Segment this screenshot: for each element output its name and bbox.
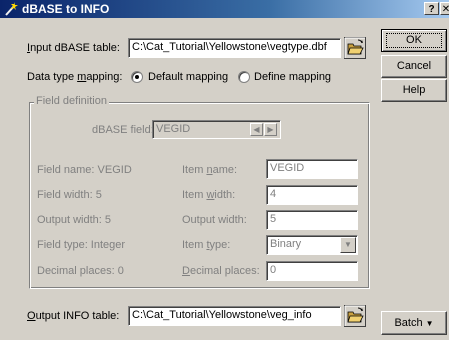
chevron-down-icon: ▼ [425, 319, 434, 328]
field-width-text: Field width: 5 [37, 189, 102, 201]
open-folder-icon[interactable] [344, 305, 366, 327]
close-button[interactable]: ✕ [440, 2, 449, 15]
item-width-label: Item width: [182, 189, 236, 201]
mapping-label: Data type mapping: [27, 71, 123, 83]
field-type-text: Field type: Integer [37, 239, 126, 251]
field-name-text: Field name: VEGID [37, 164, 132, 176]
decimal-places-text: Decimal places: 0 [37, 265, 124, 277]
help-button[interactable]: Help [381, 79, 447, 102]
batch-button[interactable]: Batch ▼ [381, 311, 447, 335]
define-mapping-label[interactable]: Define mapping [254, 71, 331, 83]
item-name-label: Item name: [182, 164, 238, 176]
field-definition-legend: Field definition [34, 95, 109, 107]
decimal-places-field: 0 [266, 261, 358, 281]
output-table-label: Output INFO table: [27, 310, 120, 322]
default-mapping-label[interactable]: Default mapping [148, 71, 228, 83]
output-width-field: 5 [266, 210, 358, 230]
default-mapping-radio[interactable] [131, 71, 143, 83]
input-table-field[interactable]: C:\Cat_Tutorial\Yellowstone\vegtype.dbf [128, 38, 341, 58]
dbase-field-label: dBASE field: [92, 124, 154, 136]
item-type-label: Item type: [182, 239, 231, 251]
chevron-left-icon: ◀ [250, 123, 263, 136]
wand-icon [5, 2, 18, 16]
chevron-down-icon: ▼ [340, 237, 356, 253]
window-title: dBASE to INFO [22, 2, 110, 16]
output-table-field[interactable]: C:\Cat_Tutorial\Yellowstone\veg_info [128, 306, 341, 326]
chevron-right-icon: ▶ [264, 123, 277, 136]
input-table-label: Input dBASE table: [27, 42, 120, 54]
title-bar: dBASE to INFO ? ✕ [0, 0, 449, 18]
help-title-button[interactable]: ? [424, 2, 439, 15]
ok-button[interactable]: OK [381, 29, 447, 52]
define-mapping-radio[interactable] [238, 71, 250, 83]
open-folder-icon[interactable] [344, 37, 366, 59]
cancel-button[interactable]: Cancel [381, 55, 447, 78]
output-width-label: Output width: [182, 214, 247, 226]
item-name-field: VEGID [266, 159, 358, 179]
item-width-field: 4 [266, 185, 358, 205]
output-width-text: Output width: 5 [37, 214, 111, 226]
decimal-places-label: Decimal places: [182, 265, 260, 277]
